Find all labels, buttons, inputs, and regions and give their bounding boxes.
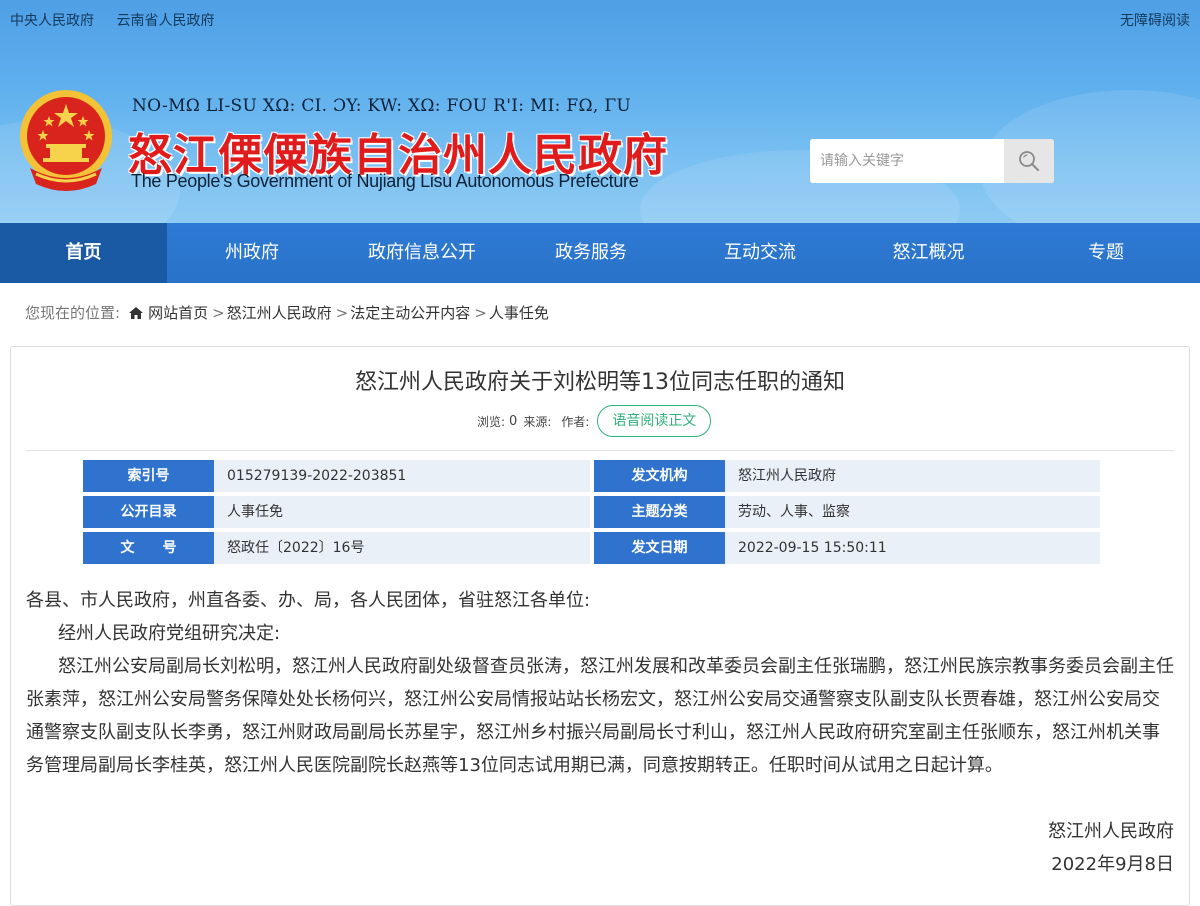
info-label: 主题分类: [594, 496, 731, 528]
divider: [26, 450, 1174, 451]
views-count: 0: [509, 413, 518, 429]
info-value: 劳动、人事、监察: [725, 496, 1100, 528]
source-label: 来源:: [523, 414, 552, 429]
article-signature-block: 怒江州人民政府 2022年9月8日: [1048, 815, 1174, 881]
link-central-government[interactable]: 中央人民政府: [10, 13, 94, 29]
author-label: 作者:: [561, 414, 590, 429]
info-label: 发文机构: [594, 460, 731, 492]
breadcrumb-label: 您现在的位置:: [25, 304, 121, 322]
article-paragraph: 经州人民政府党组研究决定:: [58, 623, 281, 644]
breadcrumb-item-government[interactable]: 怒江州人民政府: [227, 302, 332, 323]
breadcrumb-item-home[interactable]: 网站首页: [148, 302, 208, 323]
accessibility-link[interactable]: 无障碍阅读: [1120, 10, 1190, 30]
info-value: 人事任免: [214, 496, 590, 528]
voice-read-button[interactable]: 语音阅读正文: [597, 405, 712, 437]
article-salutation: 各县、市人民政府，州直各委、办、局，各人民团体，省驻怒江各单位:: [26, 590, 591, 611]
breadcrumb-separator: >: [212, 303, 225, 322]
article-paragraph: 怒江州公安局副局长刘松明，怒江州人民政府副处级督查员张涛，怒江州发展和改革委员会…: [26, 656, 1174, 776]
nav-item-home[interactable]: 首页: [0, 223, 167, 283]
nav-item-information-disclosure[interactable]: 政府信息公开: [337, 223, 507, 283]
article-title: 怒江州人民政府关于刘松明等13位同志任职的通知: [355, 370, 845, 395]
views-label: 浏览:: [477, 414, 506, 429]
info-label: 文 号: [83, 532, 220, 564]
nav-item-nujiang-overview[interactable]: 怒江概况: [845, 223, 1012, 283]
nav-item-interaction[interactable]: 互动交流: [675, 223, 845, 283]
info-label: 公开目录: [83, 496, 220, 528]
info-label: 发文日期: [594, 532, 731, 564]
breadcrumb-item-disclosure[interactable]: 法定主动公开内容: [350, 302, 470, 323]
national-emblem-icon: [20, 90, 112, 191]
link-yunnan-government[interactable]: 云南省人民政府: [116, 13, 214, 29]
home-icon: [129, 306, 144, 319]
nav-item-government-services[interactable]: 政务服务: [507, 223, 675, 283]
brand-english-name: The People's Government of Nujiang Lisu …: [131, 171, 639, 191]
breadcrumb-separator: >: [335, 303, 349, 322]
top-links: 中央人民政府 云南省人民政府: [10, 10, 232, 30]
info-value: 015279139-2022-203851: [214, 460, 590, 492]
info-value: 2022-09-15 15:50:11: [725, 532, 1100, 564]
main-nav: 首页 州政府 政府信息公开 政务服务 互动交流 怒江概况 专题: [0, 223, 1200, 283]
info-row: 索引号 015279139-2022-203851 发文机构 怒江州人民政府: [83, 460, 1100, 492]
breadcrumb-item-appointments[interactable]: 人事任免: [489, 302, 549, 323]
search-box: [810, 139, 1054, 183]
article-meta: 浏览: 0 来源: 作者: 语音阅读正文: [477, 405, 712, 437]
info-value: 怒江州人民政府: [725, 460, 1100, 492]
info-row: 文 号 怒政任〔2022〕16号 发文日期 2022-09-15 15:50:1…: [83, 532, 1100, 564]
article-date: 2022年9月8日: [1051, 854, 1174, 875]
search-input[interactable]: [810, 139, 1004, 183]
nav-item-special-topics[interactable]: 专题: [1012, 223, 1200, 283]
info-value: 怒政任〔2022〕16号: [214, 532, 590, 564]
nav-item-prefecture-government[interactable]: 州政府: [167, 223, 337, 283]
site-header: 中央人民政府 云南省人民政府 无障碍阅读 NO-MΩ LI-SU XΩ: CI.…: [0, 0, 1200, 223]
article-body: 各县、市人民政府，州直各委、办、局，各人民团体，省驻怒江各单位: 经州人民政府党…: [26, 584, 1176, 782]
info-row: 公开目录 人事任免 主题分类 劳动、人事、监察: [83, 496, 1100, 528]
breadcrumb-separator: >: [474, 303, 487, 322]
breadcrumb: 您现在的位置: 网站首页 > 怒江州人民政府 > 法定主动公开内容 > 人事任免: [25, 302, 549, 323]
brand-lisu-name: NO-MΩ LI-SU XΩ: CI. ƆY: KW: XΩ: FOU R'I:…: [132, 96, 632, 116]
search-icon: [1019, 151, 1039, 171]
info-label: 索引号: [83, 460, 220, 492]
search-button[interactable]: [1004, 139, 1054, 183]
article-signature: 怒江州人民政府: [1048, 821, 1174, 842]
